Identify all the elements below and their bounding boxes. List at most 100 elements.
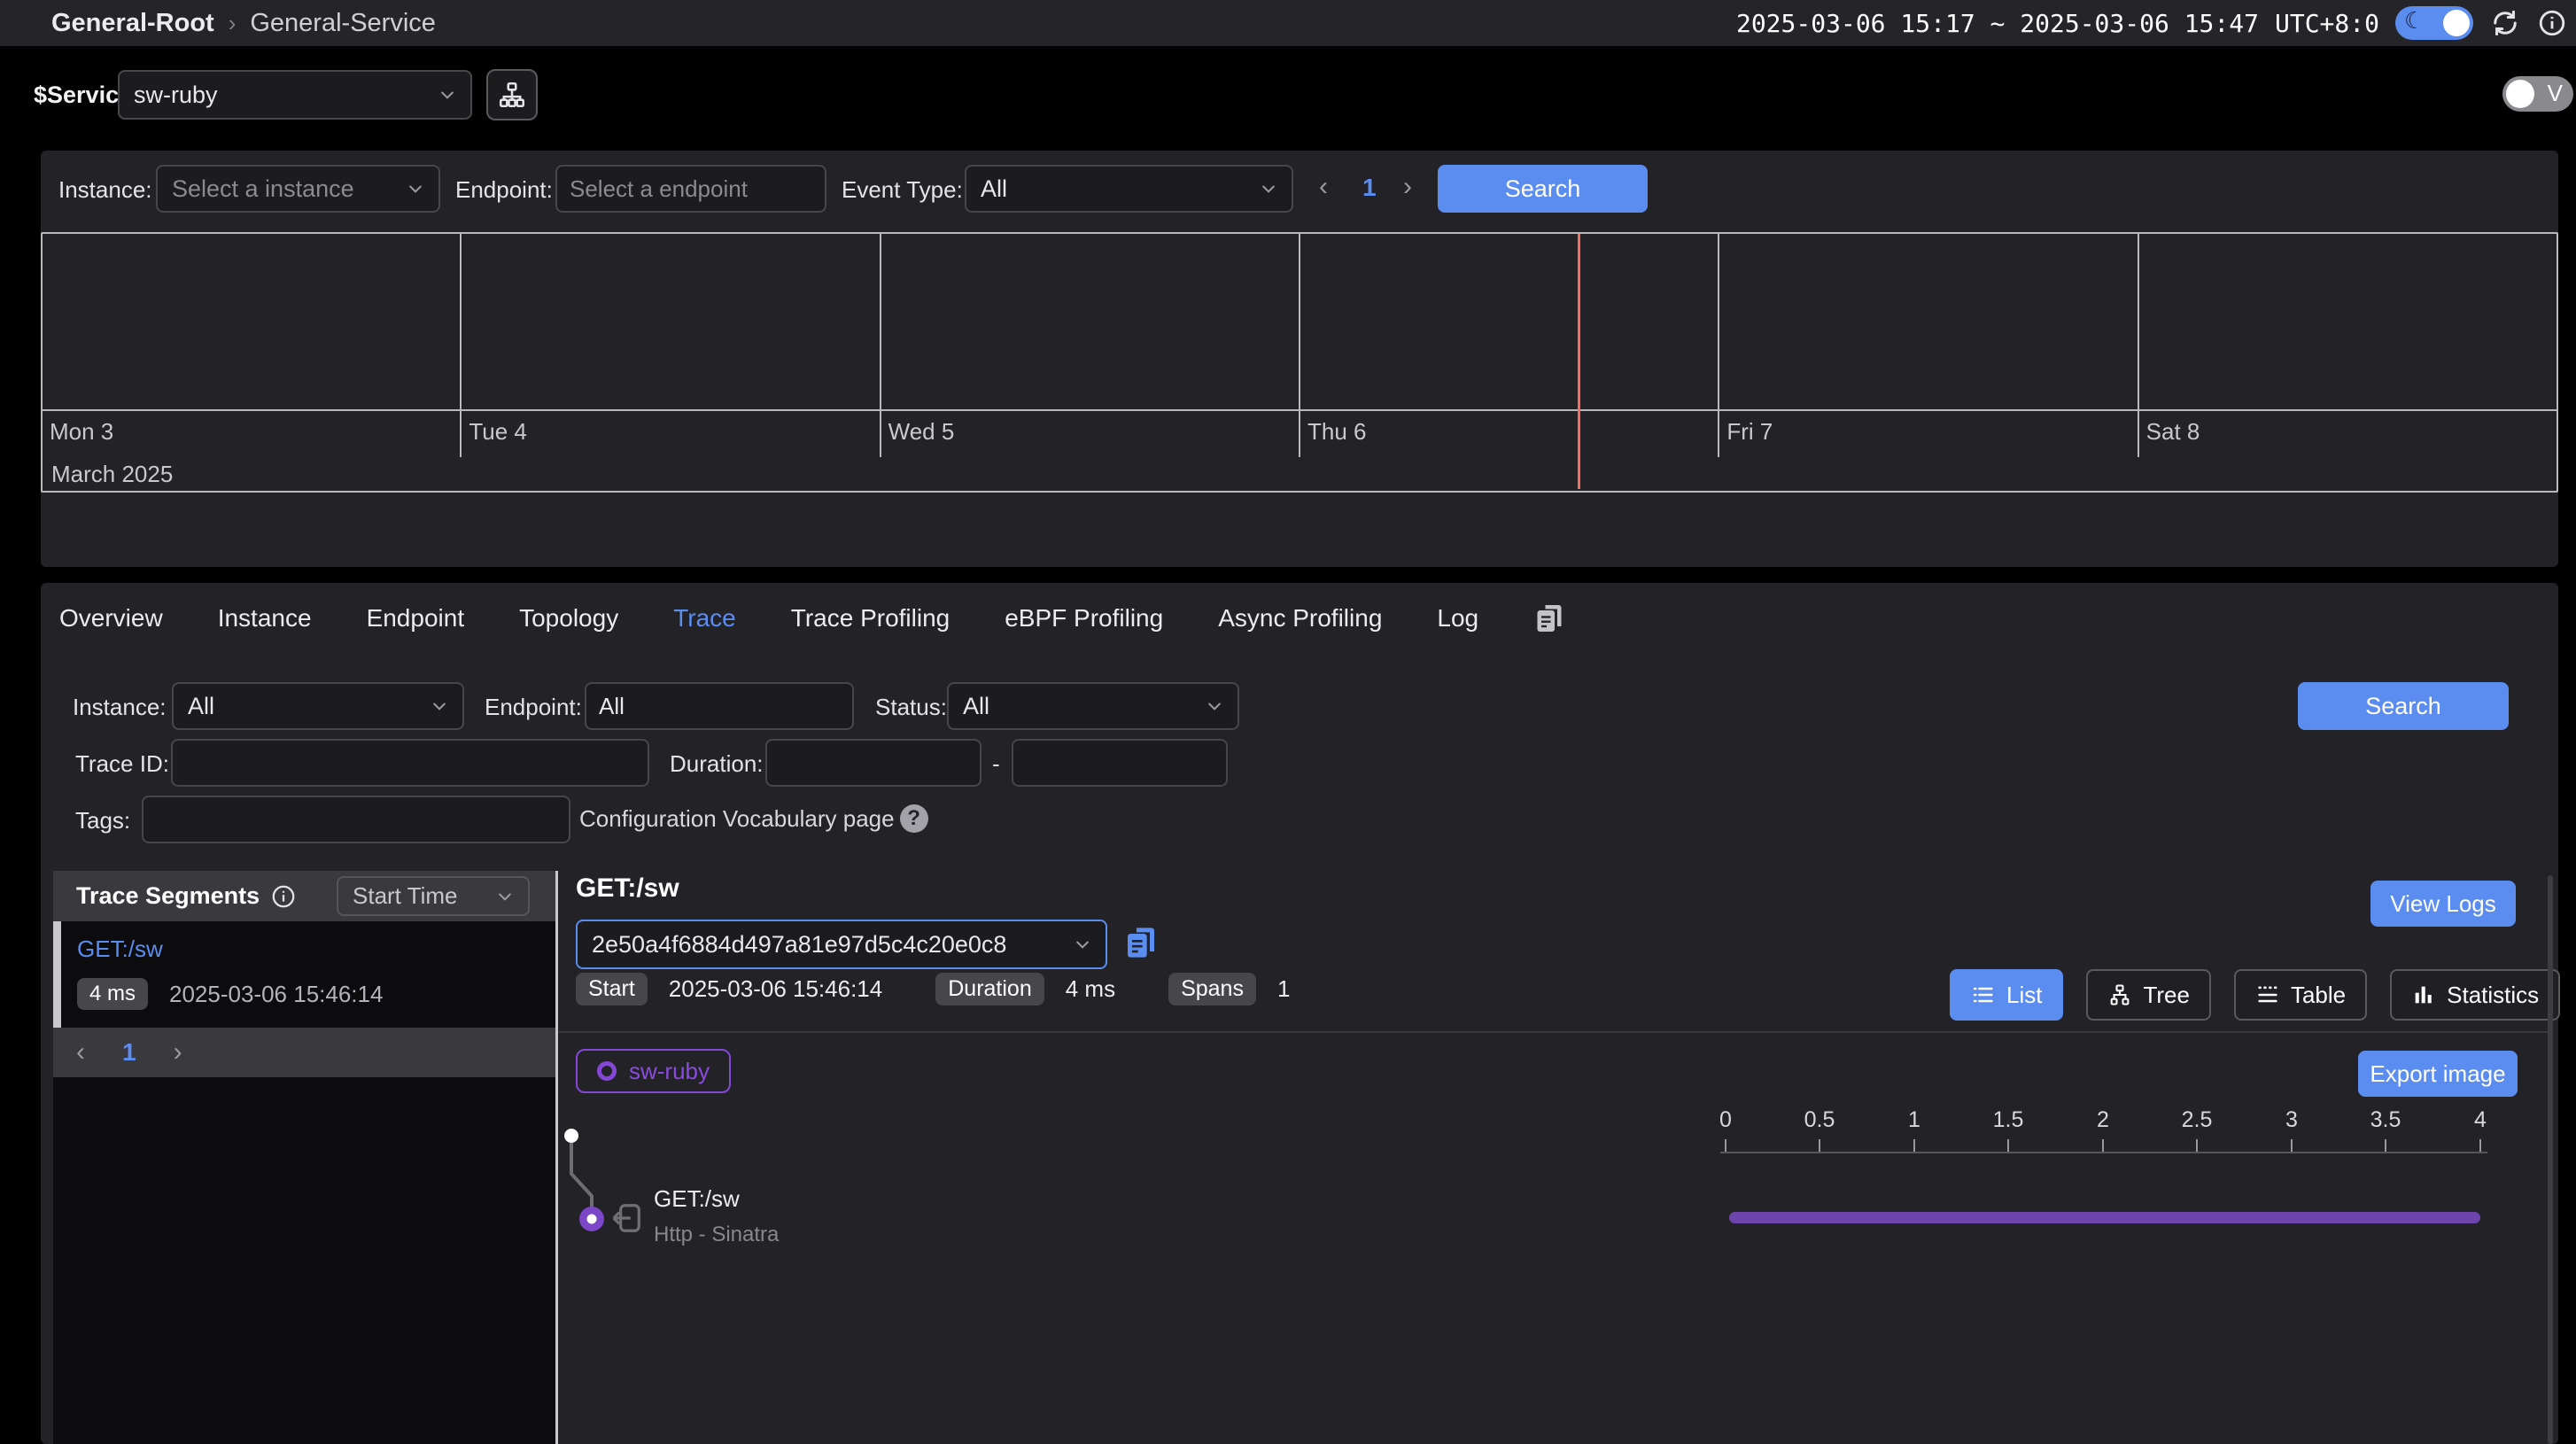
axis-tick-label: 0.5 bbox=[1784, 1107, 1855, 1133]
spans-badge: Spans bbox=[1168, 973, 1256, 1005]
instance-label: Instance: bbox=[73, 694, 167, 721]
event-search-button[interactable]: Search bbox=[1438, 165, 1648, 213]
axis-tick bbox=[1725, 1139, 1726, 1152]
section-divider bbox=[559, 1031, 2551, 1033]
export-image-button[interactable]: Export image bbox=[2358, 1051, 2518, 1097]
event-next-page-button[interactable]: › bbox=[1403, 172, 1412, 202]
span-name[interactable]: GET:/sw bbox=[654, 1185, 740, 1213]
trace-segment-item[interactable]: GET:/sw 4 ms 2025-03-06 15:46:14 bbox=[53, 921, 555, 1028]
calendar-day-cell bbox=[462, 234, 879, 411]
status-label: Status: bbox=[875, 694, 947, 721]
service-legend-badge[interactable]: sw-ruby bbox=[576, 1049, 731, 1093]
dark-mode-toggle[interactable]: ☾ bbox=[2395, 6, 2473, 40]
event-page-number[interactable]: 1 bbox=[1362, 174, 1377, 202]
event-prev-page-button[interactable]: ‹ bbox=[1319, 172, 1328, 202]
header-right-controls: 2025-03-06 15:17 ~ 2025-03-06 15:47 UTC+… bbox=[1736, 6, 2567, 40]
event-endpoint-input[interactable] bbox=[555, 165, 826, 213]
calendar-day-label: Mon 3 bbox=[43, 411, 460, 455]
tab-topology[interactable]: Topology bbox=[519, 604, 618, 633]
trace-instance-select[interactable]: All bbox=[172, 682, 464, 730]
start-value: 2025-03-06 15:46:14 bbox=[669, 975, 882, 1003]
calendar-day-column: Wed 5 bbox=[881, 234, 1300, 457]
segments-sort-select[interactable]: Start Time bbox=[337, 876, 530, 916]
breadcrumb-current: General-Service bbox=[250, 9, 436, 38]
view-tree-button[interactable]: Tree bbox=[2086, 969, 2211, 1021]
view-table-label: Table bbox=[2291, 982, 2346, 1009]
axis-tick bbox=[2479, 1139, 2481, 1152]
event-type-select[interactable]: All bbox=[965, 165, 1293, 213]
tab-ebpf-profiling[interactable]: eBPF Profiling bbox=[1005, 604, 1163, 633]
calendar-day-column: Thu 6 bbox=[1300, 234, 1719, 457]
axis-tick-label: 1.5 bbox=[1973, 1107, 2044, 1133]
axis-tick-label: 2.5 bbox=[2161, 1107, 2232, 1133]
trace-id-input[interactable] bbox=[171, 739, 649, 787]
segment-endpoint-name[interactable]: GET:/sw bbox=[77, 935, 163, 963]
trace-search-button[interactable]: Search bbox=[2298, 682, 2509, 730]
instance-label: Instance: bbox=[58, 176, 152, 204]
topology-icon bbox=[497, 80, 527, 110]
event-type-value: All bbox=[981, 175, 1007, 203]
chevron-down-icon bbox=[1074, 935, 1091, 953]
refresh-icon[interactable] bbox=[2489, 7, 2521, 39]
copy-dashboard-icon[interactable] bbox=[1533, 602, 1565, 634]
calendar-day-label: Sat 8 bbox=[2139, 411, 2557, 455]
axis-tick bbox=[2102, 1139, 2104, 1152]
trace-segments-column: Trace Segments Start Time GET:/sw 4 ms 2… bbox=[53, 871, 555, 1444]
trace-segments-header: Trace Segments Start Time bbox=[53, 871, 555, 921]
vocabulary-link[interactable]: Configuration Vocabulary page bbox=[579, 805, 895, 833]
segments-prev-button[interactable]: ‹ bbox=[76, 1037, 85, 1067]
event-calendar-timeline[interactable]: Mon 3 Tue 4 Wed 5 Thu 6 Fri 7 bbox=[41, 232, 2558, 493]
tab-endpoint[interactable]: Endpoint bbox=[367, 604, 465, 633]
tab-trace-profiling[interactable]: Trace Profiling bbox=[791, 604, 950, 633]
axis-tick bbox=[1913, 1139, 1915, 1152]
scrollbar[interactable] bbox=[2548, 875, 2553, 1444]
calendar-day-label: Wed 5 bbox=[881, 411, 1299, 455]
list-icon bbox=[1971, 982, 1996, 1007]
trace-instance-value: All bbox=[188, 693, 214, 720]
duration-max-input[interactable] bbox=[1012, 739, 1228, 787]
calendar-day-column: Sat 8 bbox=[2139, 234, 2557, 457]
toggle-knob bbox=[2443, 10, 2470, 36]
tab-instance[interactable]: Instance bbox=[218, 604, 312, 633]
segment-start-time: 2025-03-06 15:46:14 bbox=[169, 981, 383, 1008]
duration-min-input[interactable] bbox=[765, 739, 982, 787]
event-type-label: Event Type: bbox=[842, 176, 963, 204]
service-legend-dot bbox=[597, 1061, 617, 1081]
tab-log[interactable]: Log bbox=[1437, 604, 1478, 633]
service-select[interactable]: sw-ruby bbox=[118, 70, 472, 120]
info-icon[interactable] bbox=[2537, 8, 2567, 38]
view-tree-label: Tree bbox=[2143, 982, 2190, 1009]
axis-tick-label: 3.5 bbox=[2350, 1107, 2421, 1133]
breadcrumb-root[interactable]: General-Root bbox=[51, 9, 214, 38]
tags-label: Tags: bbox=[75, 807, 130, 835]
tags-input[interactable] bbox=[142, 796, 570, 843]
trace-status-select[interactable]: All bbox=[947, 682, 1239, 730]
service-bar: $Service sw-ruby V bbox=[0, 66, 2576, 124]
tab-trace[interactable]: Trace bbox=[673, 604, 736, 633]
selected-indicator bbox=[53, 921, 61, 1028]
tab-overview[interactable]: Overview bbox=[59, 604, 163, 633]
view-list-button[interactable]: List bbox=[1950, 969, 2063, 1021]
column-divider[interactable] bbox=[555, 871, 558, 1444]
version-toggle[interactable]: V bbox=[2502, 76, 2573, 112]
view-table-button[interactable]: Table bbox=[2234, 969, 2367, 1021]
copy-trace-id-icon[interactable] bbox=[1123, 925, 1159, 965]
event-instance-select[interactable]: Select a instance bbox=[156, 165, 440, 213]
info-icon[interactable] bbox=[270, 883, 297, 910]
time-range-picker[interactable]: 2025-03-06 15:17 ~ 2025-03-06 15:47 bbox=[1736, 9, 2259, 38]
trace-id-select[interactable]: 2e50a4f6884d497a81e97d5c4c20e0c8 bbox=[576, 920, 1107, 969]
calendar-day-column: Fri 7 bbox=[1719, 234, 2138, 457]
segments-next-button[interactable]: › bbox=[174, 1037, 182, 1067]
version-toggle-label: V bbox=[2548, 80, 2563, 107]
tab-async-profiling[interactable]: Async Profiling bbox=[1218, 604, 1382, 633]
trace-info-badges: Start 2025-03-06 15:46:14 Duration 4 ms … bbox=[576, 973, 1290, 1005]
segments-page-number[interactable]: 1 bbox=[122, 1038, 136, 1067]
help-icon[interactable]: ? bbox=[900, 804, 928, 833]
axis-tick-label: 4 bbox=[2445, 1107, 2516, 1133]
span-duration-bar[interactable] bbox=[1729, 1212, 2480, 1223]
trace-endpoint-input[interactable] bbox=[585, 682, 854, 730]
view-statistics-button[interactable]: Statistics bbox=[2390, 969, 2560, 1021]
service-topology-button[interactable] bbox=[486, 69, 538, 120]
view-logs-button[interactable]: View Logs bbox=[2370, 881, 2516, 927]
axis-tick bbox=[2291, 1139, 2293, 1152]
